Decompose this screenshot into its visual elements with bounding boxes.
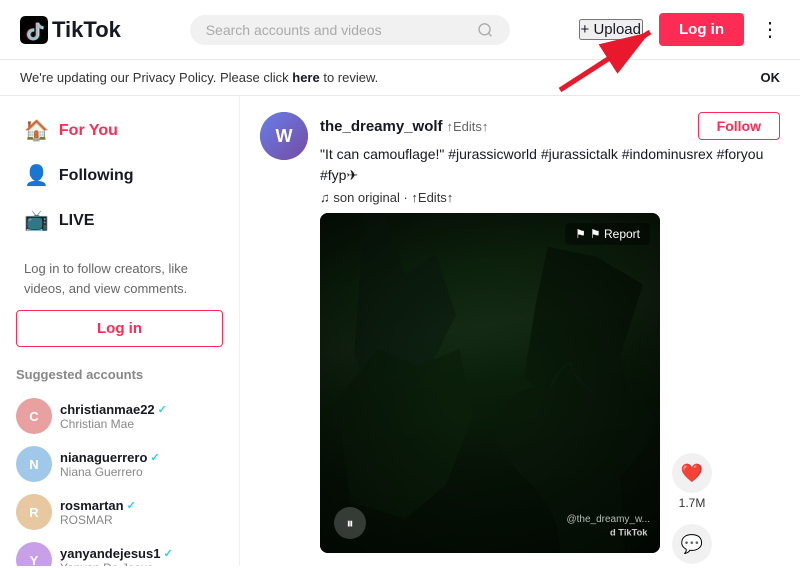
login-button[interactable]: Log in: [659, 13, 744, 46]
home-icon: 🏠: [24, 118, 49, 143]
list-item[interactable]: Y yanyandejesus1 ✓ Yanyan De Jesus: [16, 536, 223, 566]
tiktok-logo-icon: [20, 16, 48, 44]
post-avatar[interactable]: W: [260, 112, 308, 160]
verified-icon: ✓: [163, 547, 172, 560]
privacy-link[interactable]: here: [292, 70, 319, 85]
like-count: 1.7M: [679, 496, 706, 510]
verified-icon: ✓: [150, 451, 159, 464]
live-icon: 📺: [24, 208, 49, 233]
video-player[interactable]: ⚑ ⚑ Report ⏸ @the_dreamy_w... d TikTok: [320, 213, 660, 553]
post-main: the_dreamy_wolf ↑Edits↑ Follow "It can c…: [320, 112, 780, 566]
like-button[interactable]: ❤️: [672, 453, 712, 493]
tiktok-watermark: d TikTok: [610, 524, 650, 543]
post-username[interactable]: the_dreamy_wolf: [320, 118, 443, 135]
verified-icon: ✓: [158, 403, 167, 416]
header-right: + Upload Log in ⋮: [579, 13, 780, 46]
privacy-text: We're updating our Privacy Policy. Pleas…: [20, 70, 378, 85]
header-left: TikTok: [20, 16, 121, 44]
follow-button[interactable]: Follow: [698, 112, 780, 140]
like-interaction: ❤️ 1.7M: [672, 453, 712, 510]
tiktok-wordmark: TikTok: [52, 17, 121, 43]
avatar: Y: [16, 542, 52, 566]
pause-button[interactable]: ⏸: [334, 507, 366, 539]
tiktok-logo[interactable]: TikTok: [20, 16, 121, 44]
content-area: W the_dreamy_wolf ↑Edits↑ Follow "It can…: [240, 96, 800, 566]
comment-button[interactable]: 💬: [672, 524, 712, 564]
post-caption: "It can camouflage!" #jurassicworld #jur…: [320, 144, 780, 186]
upload-button[interactable]: + Upload: [579, 19, 643, 40]
vignette-overlay: [320, 213, 660, 553]
sidebar: 🏠 For You 👤 Following 📺 LIVE Log in to f…: [0, 96, 240, 566]
post: W the_dreamy_wolf ↑Edits↑ Follow "It can…: [260, 112, 780, 566]
post-edits-tag: ↑Edits↑: [446, 119, 488, 134]
following-icon: 👤: [24, 163, 49, 188]
post-header: the_dreamy_wolf ↑Edits↑ Follow: [320, 112, 780, 140]
post-video-area: ⚑ ⚑ Report ⏸ @the_dreamy_w... d TikTok: [320, 213, 780, 566]
suggested-accounts-title: Suggested accounts: [16, 367, 223, 382]
header: TikTok + Upload Log in ⋮: [0, 0, 800, 60]
post-sound[interactable]: ♫ son original · ↑Edits↑: [320, 190, 780, 205]
sidebar-login-button[interactable]: Log in: [16, 310, 223, 347]
ok-button[interactable]: OK: [761, 70, 781, 85]
post-username-area: the_dreamy_wolf ↑Edits↑: [320, 118, 488, 135]
sidebar-item-for-you[interactable]: 🏠 For You: [16, 108, 223, 153]
interactions-panel: ❤️ 1.7M 💬 4127 ↗ 4104: [672, 213, 712, 566]
svg-text:d TikTok: d TikTok: [610, 527, 648, 537]
account-info: nianaguerrero ✓ Niana Guerrero: [60, 450, 223, 479]
account-username: christianmae22 ✓: [60, 402, 223, 417]
sidebar-item-following[interactable]: 👤 Following: [16, 153, 223, 198]
pause-icon: ⏸: [347, 515, 354, 532]
more-options-icon[interactable]: ⋮: [760, 17, 780, 42]
search-bar[interactable]: [190, 15, 510, 45]
account-info: rosmartan ✓ ROSMAR: [60, 498, 223, 527]
sidebar-following-label: Following: [59, 167, 134, 185]
sidebar-for-you-label: For You: [59, 122, 118, 140]
account-realname: Niana Guerrero: [60, 465, 223, 479]
feed: W the_dreamy_wolf ↑Edits↑ Follow "It can…: [260, 112, 780, 550]
tiktok-watermark-logo: d TikTok: [610, 524, 650, 540]
verified-icon: ✓: [127, 499, 136, 512]
account-info: christianmae22 ✓ Christian Mae: [60, 402, 223, 431]
avatar: C: [16, 398, 52, 434]
list-item[interactable]: C christianmae22 ✓ Christian Mae: [16, 392, 223, 440]
search-icon[interactable]: [477, 21, 493, 39]
login-note: Log in to follow creators, like videos, …: [24, 259, 215, 298]
flag-icon: ⚑: [575, 227, 586, 241]
list-item[interactable]: R rosmartan ✓ ROSMAR: [16, 488, 223, 536]
main-layout: 🏠 For You 👤 Following 📺 LIVE Log in to f…: [0, 96, 800, 566]
sidebar-item-live[interactable]: 📺 LIVE: [16, 198, 223, 243]
account-username: nianaguerrero ✓: [60, 450, 223, 465]
list-item[interactable]: N nianaguerrero ✓ Niana Guerrero: [16, 440, 223, 488]
account-realname: Yanyan De Jesus: [60, 561, 223, 567]
sidebar-live-label: LIVE: [59, 212, 95, 230]
account-realname: ROSMAR: [60, 513, 223, 527]
report-button[interactable]: ⚑ ⚑ Report: [565, 223, 650, 245]
avatar: N: [16, 446, 52, 482]
avatar: R: [16, 494, 52, 530]
privacy-bar: We're updating our Privacy Policy. Pleas…: [0, 60, 800, 96]
account-username: rosmartan ✓: [60, 498, 223, 513]
comment-interaction: 💬 4127: [672, 524, 712, 566]
account-realname: Christian Mae: [60, 417, 223, 431]
search-input[interactable]: [206, 22, 470, 38]
account-info: yanyandejesus1 ✓ Yanyan De Jesus: [60, 546, 223, 567]
account-username: yanyandejesus1 ✓: [60, 546, 223, 561]
